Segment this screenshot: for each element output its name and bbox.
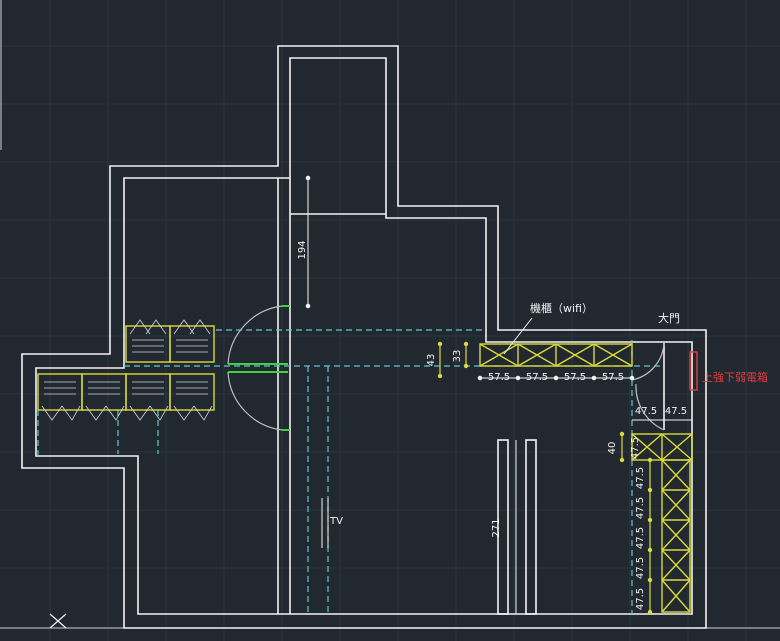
electric-box (689, 351, 698, 391)
machine-cabinet-row (479, 343, 633, 367)
door-swing-main (631, 341, 665, 381)
dimension-47-5: 47.5 (635, 557, 646, 579)
walls (21, 45, 707, 629)
cad-floor-plan-canvas[interactable]: 194 機櫃（wifi） 大門 43 33 57.5 57.5 57.5 57.… (0, 0, 780, 641)
green-markers (228, 305, 290, 431)
dimension-33: 33 (452, 350, 463, 363)
dimension-47-5: 47.5 (635, 527, 646, 549)
machine-cabinet-label: 機櫃（wifi） (530, 301, 593, 315)
yellow-dimension-lines (437, 341, 653, 615)
dimension-40: 40 (607, 442, 618, 455)
dimension-194: 194 (297, 240, 308, 259)
pillar (525, 439, 537, 615)
doors (227, 305, 665, 431)
dimension-47-5: 47.5 (665, 406, 687, 417)
ucs-icon (49, 613, 67, 629)
dimension-47-5: 47.5 (635, 467, 646, 489)
side-cabinets (631, 433, 693, 613)
dimension-47-5: 47.5 (630, 437, 641, 459)
dimension-57-5: 57.5 (564, 372, 586, 383)
main-door-label: 大門 (658, 311, 680, 325)
dimension-57-5: 57.5 (526, 372, 548, 383)
electric-box-label: 上強下弱電箱 (702, 370, 768, 384)
dimension-271: 271 (491, 518, 502, 537)
dimension-47-5: 47.5 (635, 406, 657, 417)
door-swing-left-lower (227, 371, 283, 431)
shoe-cabinets (37, 319, 215, 421)
dimension-47-5: 47.5 (635, 497, 646, 519)
dimension-57-5: 57.5 (602, 372, 624, 383)
tv-unit (321, 498, 329, 548)
dimension-47-5: 47.5 (635, 588, 646, 610)
dimension-43: 43 (426, 354, 437, 367)
dimension-57-5: 57.5 (488, 372, 510, 383)
door-swing-left (227, 305, 283, 365)
tv-label: TV (329, 516, 343, 527)
